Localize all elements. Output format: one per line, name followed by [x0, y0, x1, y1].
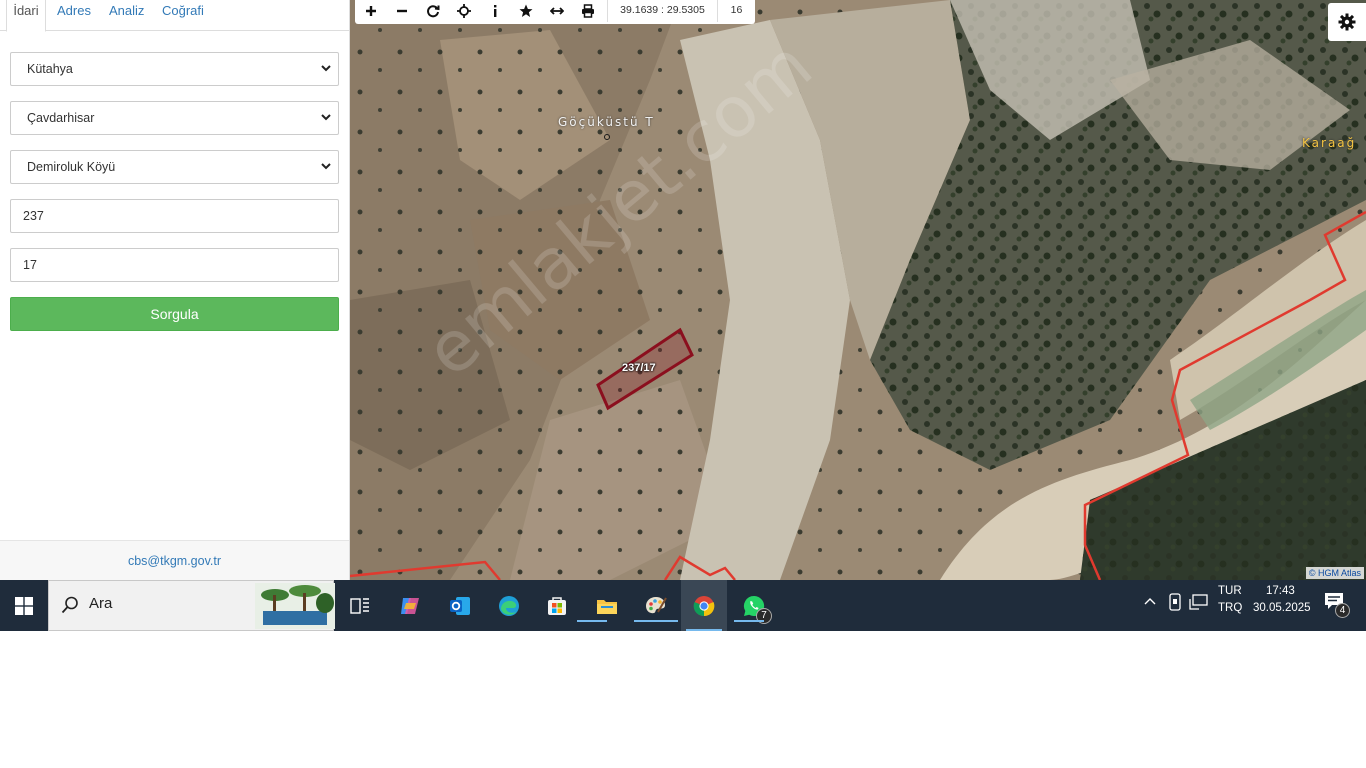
running-indicator [734, 620, 764, 622]
tab-analiz[interactable]: Analiz [109, 0, 144, 31]
outlook-app[interactable] [440, 588, 480, 624]
refresh-button[interactable] [417, 0, 448, 22]
parcel-number-input[interactable]: 17 [10, 248, 339, 282]
search-icon [61, 596, 78, 614]
paint-app[interactable] [634, 588, 678, 624]
map-attribution[interactable]: © HGM Atlas [1305, 567, 1364, 579]
query-panel: İdari Adres Analiz Coğrafi Kütahya Çavda… [0, 0, 350, 580]
crosshair-icon [456, 4, 471, 18]
tab-idari[interactable]: İdari [6, 0, 46, 32]
task-view-button[interactable] [340, 588, 380, 624]
locate-button[interactable] [448, 0, 479, 22]
running-indicator [686, 629, 722, 631]
chrome-app[interactable] [681, 580, 727, 631]
palette-icon [646, 597, 667, 614]
file-explorer-app[interactable] [577, 588, 627, 624]
query-button[interactable]: Sorgula [10, 297, 339, 331]
start-button[interactable] [0, 580, 48, 631]
measure-icon [549, 7, 564, 15]
edge-app[interactable] [489, 588, 529, 624]
search-highlight-illustration-icon [255, 583, 335, 629]
edge-icon [499, 596, 519, 616]
folder-icon [597, 600, 617, 614]
district-select[interactable]: Çavdarhisar [10, 101, 339, 135]
map-toolbar: 39.1639 : 29.5305 16 [355, 0, 755, 24]
chevron-down-icon [321, 163, 331, 170]
search-placeholder: Ara [89, 595, 113, 612]
copilot-app[interactable] [390, 588, 430, 624]
coordinate-readout: 39.1639 : 29.5305 [607, 0, 717, 22]
network-icon[interactable] [1189, 593, 1209, 611]
minus-icon [396, 9, 407, 13]
notifications-button[interactable]: 4 [1322, 590, 1350, 618]
keyboard-layout-indicator[interactable]: TRQ [1218, 602, 1242, 614]
print-button[interactable] [572, 0, 603, 22]
taskbar-search-box[interactable]: Ara [48, 580, 335, 631]
contact-email-link[interactable]: cbs@tkgm.gov.tr [0, 540, 349, 580]
running-indicator [634, 620, 678, 622]
zoom-out-button[interactable] [386, 0, 417, 22]
refresh-icon [426, 5, 439, 18]
print-icon [581, 4, 594, 18]
star-icon [519, 4, 532, 17]
running-indicator [577, 620, 607, 622]
zoom-in-button[interactable] [355, 0, 386, 22]
favorite-button[interactable] [510, 0, 541, 22]
task-view-icon [350, 598, 369, 614]
copilot-icon [401, 598, 419, 614]
parcel-number-value: 17 [23, 258, 37, 272]
microsoft-store-app[interactable] [537, 588, 577, 624]
zoom-level-readout: 16 [717, 0, 755, 22]
info-button[interactable] [479, 0, 510, 22]
info-icon [493, 5, 496, 17]
place-label-karaag: Karaağ [1302, 136, 1357, 150]
block-number-input[interactable]: 237 [10, 199, 339, 233]
plus-icon [365, 6, 376, 16]
tab-cografi[interactable]: Coğrafi [162, 0, 204, 31]
device-icon[interactable] [1167, 593, 1183, 611]
clock-time[interactable]: 17:43 [1266, 585, 1295, 597]
province-select[interactable]: Kütahya [10, 52, 339, 86]
neighborhood-select[interactable]: Demiroluk Köyü [10, 150, 339, 184]
windows-taskbar: Ara 7 TUR TRQ 17:43 30.05.2025 4 [0, 580, 1366, 631]
chevron-down-icon [321, 65, 331, 72]
chevron-up-icon[interactable] [1143, 595, 1157, 609]
district-select-value: Çavdarhisar [27, 111, 95, 125]
language-indicator[interactable]: TUR [1218, 585, 1242, 597]
tab-bar: İdari Adres Analiz Coğrafi [0, 0, 349, 32]
parcel-label[interactable]: 237/17 [622, 362, 656, 374]
map-settings-button[interactable] [1328, 3, 1366, 41]
screen: İdari Adres Analiz Coğrafi Kütahya Çavda… [0, 0, 1366, 631]
notification-count-badge: 4 [1335, 603, 1350, 618]
windows-logo-icon [15, 596, 33, 615]
province-select-value: Kütahya [27, 62, 73, 76]
store-icon [548, 597, 566, 615]
chevron-down-icon [321, 114, 331, 121]
chrome-icon [693, 595, 715, 616]
neighborhood-select-value: Demiroluk Köyü [27, 160, 116, 174]
satellite-map[interactable]: emlakjet.com Göçüküstü T Karaağ 237/17 3… [350, 0, 1366, 580]
tab-adres[interactable]: Adres [57, 0, 91, 31]
place-label-gocukustu: Göçüküstü T [558, 115, 655, 129]
measure-button[interactable] [541, 0, 572, 22]
whatsapp-app[interactable]: 7 [734, 588, 774, 624]
clock-date[interactable]: 30.05.2025 [1253, 602, 1311, 614]
block-number-value: 237 [23, 209, 44, 223]
outlook-icon [450, 597, 470, 615]
gear-icon [1338, 13, 1356, 31]
